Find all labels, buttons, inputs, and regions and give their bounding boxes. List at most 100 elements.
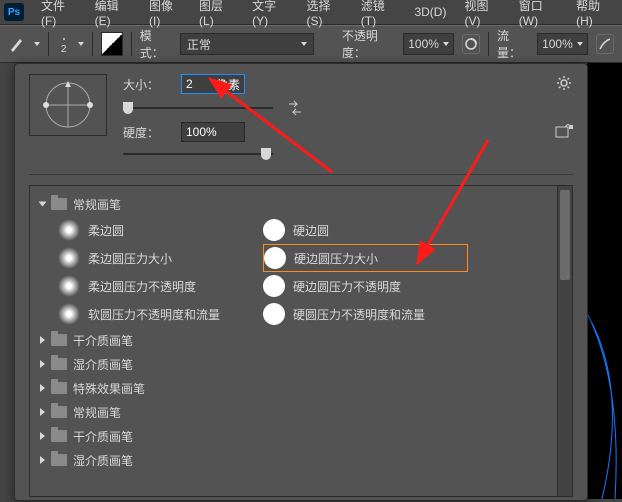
brush-preset-dropdown-icon[interactable] — [78, 42, 84, 46]
brush-angle-preview[interactable] — [29, 74, 107, 136]
airbrush-icon[interactable] — [596, 34, 614, 54]
menu-file[interactable]: 文件(F) — [32, 0, 86, 32]
folder-icon — [51, 198, 67, 210]
menu-layer[interactable]: 图层(L) — [190, 0, 243, 32]
menu-bar: Ps 文件(F) 编辑(E) 图像(I) 图层(L) 文字(Y) 选择(S) 滤… — [0, 0, 622, 25]
folder-label: 湿介质画笔 — [73, 452, 133, 469]
brush-hard-round-pressure-opacity-flow[interactable]: 硬圆压力不透明度和流量 — [263, 300, 468, 328]
chevron-right-icon — [40, 456, 45, 464]
folder-wet-media[interactable]: 湿介质画笔 — [34, 352, 572, 376]
divider — [92, 32, 93, 56]
chevron-right-icon — [40, 408, 45, 416]
size-label: 大小： — [123, 76, 167, 93]
brush-label: 硬圆压力不透明度和流量 — [293, 306, 425, 323]
brush-swatch-icon — [58, 247, 80, 269]
flip-icon[interactable] — [287, 100, 303, 116]
menu-edit[interactable]: 编辑(E) — [86, 0, 140, 32]
flow-value: 100% — [542, 37, 573, 51]
menu-3d[interactable]: 3D(D) — [405, 1, 455, 23]
folder-dry-media[interactable]: 干介质画笔 — [34, 328, 572, 352]
chevron-right-icon — [40, 360, 45, 368]
brush-size-value: 2 — [61, 44, 67, 55]
opacity-input[interactable]: 100% — [403, 33, 454, 55]
brush-label: 软圆压力不透明度和流量 — [88, 306, 220, 323]
folder-label: 干介质画笔 — [73, 428, 133, 445]
folder-label: 干介质画笔 — [73, 332, 133, 349]
chevron-right-icon — [40, 384, 45, 392]
brush-label: 硬边圆压力不透明度 — [293, 278, 401, 295]
brush-row: 柔边圆 硬边圆 — [34, 216, 572, 244]
size-slider[interactable] — [123, 102, 273, 114]
brush-swatch-icon — [264, 247, 286, 269]
scrollbar[interactable] — [557, 186, 572, 496]
brush-row: 软圆压力不透明度和流量 硬圆压力不透明度和流量 — [34, 300, 572, 328]
folder-wet-media-2[interactable]: 湿介质画笔 — [34, 448, 572, 472]
pressure-opacity-icon[interactable] — [462, 34, 480, 54]
hardness-input[interactable]: 100% — [181, 122, 245, 142]
brush-swatch-icon — [58, 219, 80, 241]
folder-icon — [51, 334, 67, 346]
divider — [48, 32, 49, 56]
ps-logo: Ps — [4, 3, 24, 21]
opacity-value: 100% — [408, 37, 439, 51]
chevron-down-icon — [301, 42, 307, 46]
brush-tree: 常规画笔 柔边圆 硬边圆 柔边圆压力大小 硬边圆压力大小 柔边圆压力不透明度 硬… — [29, 185, 573, 497]
canvas-area[interactable] — [587, 63, 622, 499]
flow-input[interactable]: 100% — [537, 33, 588, 55]
hardness-value: 100% — [186, 125, 217, 139]
tool-preset-dropdown-icon[interactable] — [34, 42, 40, 46]
new-preset-icon[interactable] — [555, 122, 573, 140]
brush-label: 柔边圆压力不透明度 — [88, 278, 196, 295]
folder-special-effects[interactable]: 特殊效果画笔 — [34, 376, 572, 400]
chevron-down-icon — [39, 202, 47, 207]
brush-soft-round-pressure-opacity-flow[interactable]: 软圆压力不透明度和流量 — [58, 300, 263, 328]
brush-soft-round-pressure-opacity[interactable]: 柔边圆压力不透明度 — [58, 272, 263, 300]
folder-general-brushes[interactable]: 常规画笔 — [34, 192, 572, 216]
folder-general-2[interactable]: 常规画笔 — [34, 400, 572, 424]
folder-icon — [51, 406, 67, 418]
gear-icon[interactable] — [555, 74, 573, 92]
brush-soft-round[interactable]: 柔边圆 — [58, 216, 263, 244]
brush-hard-round-pressure-opacity[interactable]: 硬边圆压力不透明度 — [263, 272, 468, 300]
chevron-down-icon — [577, 42, 583, 46]
brush-label: 硬边圆压力大小 — [294, 250, 378, 267]
brush-hard-round[interactable]: 硬边圆 — [263, 216, 468, 244]
divider — [29, 174, 573, 175]
mode-select[interactable]: 正常 — [180, 33, 314, 55]
brush-size-preview[interactable]: 2 — [57, 33, 71, 55]
mode-value: 正常 — [187, 36, 211, 53]
brush-label: 柔边圆压力大小 — [88, 250, 172, 267]
folder-icon — [51, 358, 67, 370]
brush-preset-panel: 大小： 2 像素 硬度： 100% — [14, 63, 588, 501]
flow-label: 流量： — [497, 27, 529, 61]
folder-label: 特殊效果画笔 — [73, 380, 145, 397]
chevron-down-icon — [443, 42, 449, 46]
brush-swatch-icon — [263, 275, 285, 297]
folder-label: 常规画笔 — [73, 404, 121, 421]
brush-label: 硬边圆 — [293, 222, 329, 239]
size-input[interactable]: 2 像素 — [181, 74, 245, 94]
brush-hard-round-pressure-size[interactable]: 硬边圆压力大小 — [263, 244, 468, 272]
mode-label: 模式： — [140, 27, 172, 61]
divider — [488, 32, 489, 56]
divider — [131, 32, 132, 56]
opacity-label: 不透明度： — [342, 27, 395, 61]
brush-row: 柔边圆压力不透明度 硬边圆压力不透明度 — [34, 272, 572, 300]
folder-label: 湿介质画笔 — [73, 356, 133, 373]
brush-tool-icon[interactable] — [8, 35, 26, 53]
hardness-slider[interactable] — [123, 148, 273, 160]
brush-soft-round-pressure-size[interactable]: 柔边圆压力大小 — [58, 244, 263, 272]
brush-label: 柔边圆 — [88, 222, 124, 239]
brush-swatch-icon — [263, 303, 285, 325]
size-value: 2 — [186, 77, 193, 91]
folder-icon — [51, 382, 67, 394]
brush-swatch-icon — [263, 219, 285, 241]
brush-swatch-icon — [58, 275, 80, 297]
brush-row: 柔边圆压力大小 硬边圆压力大小 — [34, 244, 572, 272]
folder-dry-media-2[interactable]: 干介质画笔 — [34, 424, 572, 448]
menu-type[interactable]: 文字(Y) — [243, 0, 297, 32]
size-unit: 像素 — [216, 76, 240, 93]
folder-icon — [51, 430, 67, 442]
brush-settings-icon[interactable] — [101, 32, 123, 56]
menu-help[interactable]: 帮助(H) — [567, 0, 622, 32]
